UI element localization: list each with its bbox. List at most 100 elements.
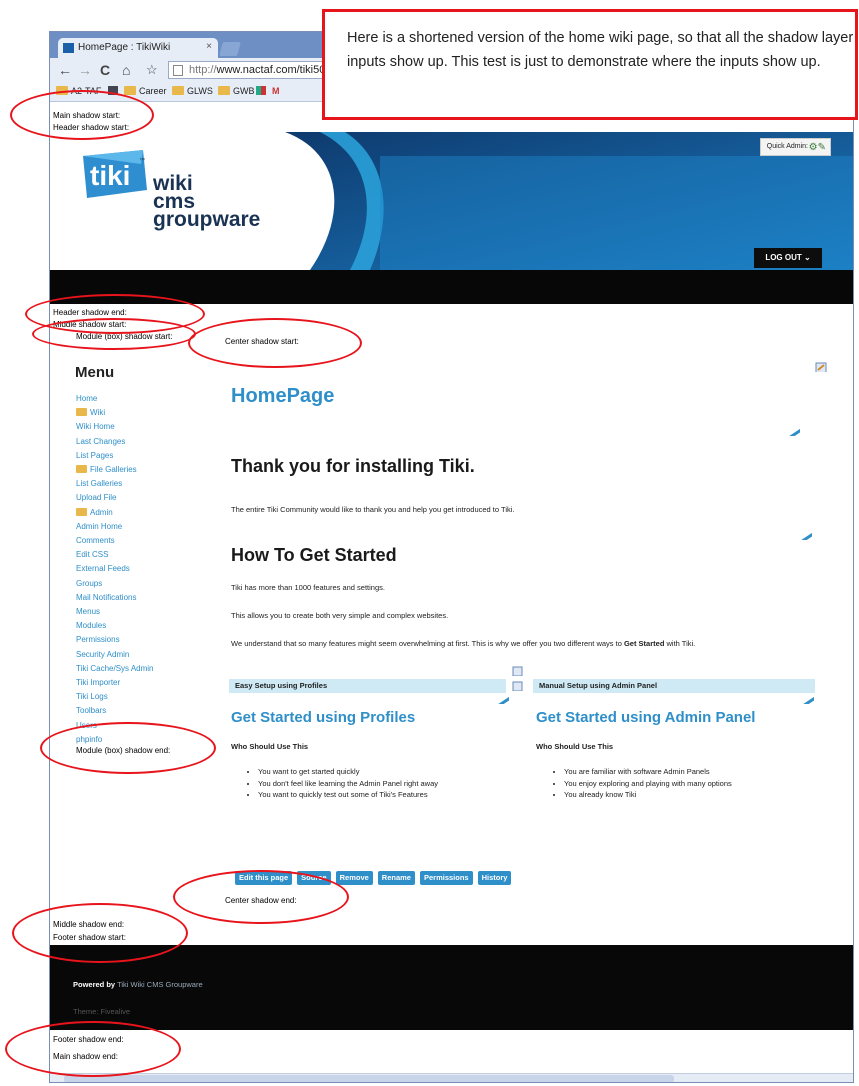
wrench-icon[interactable]: ⚙✎ [809, 142, 826, 153]
permissions-button[interactable]: Permissions [419, 871, 473, 885]
section-edit-icon[interactable] [802, 694, 814, 704]
menu-item[interactable]: Wiki Home [76, 420, 216, 434]
url-scheme: http:// [189, 64, 217, 76]
thanks-heading: Thank you for installing Tiki. [231, 456, 475, 476]
horizontal-scrollbar[interactable] [50, 1073, 853, 1082]
address-bar[interactable]: http://www.nactaf.com/tiki50 [168, 61, 328, 79]
menu-item-folder[interactable]: Wiki [76, 406, 216, 420]
bullet-item: You are familiar with software Admin Pan… [564, 766, 732, 778]
theme-label: Theme: Fivealive [73, 1007, 131, 1016]
home-icon[interactable]: ⌂ [122, 61, 130, 79]
menu-item-label: List Galleries [76, 479, 123, 489]
star-icon[interactable]: ☆ [146, 61, 158, 79]
powered-by-label: Powered by [73, 980, 116, 989]
menu-list: Home Wiki Wiki Home Last Changes List Pa… [76, 392, 216, 747]
menu-item-label: Last Changes [76, 436, 126, 446]
rename-button[interactable]: Rename [377, 871, 415, 885]
menu-item[interactable]: Modules [76, 619, 216, 633]
annotation-callout-text: Here is a shortened version of the home … [347, 30, 854, 70]
small-edit-icon[interactable] [512, 681, 524, 691]
bookmark-item[interactable]: Career [124, 86, 167, 96]
bullet-item: You don't feel like learning the Admin P… [258, 778, 438, 790]
scrollbar-thumb[interactable] [64, 1075, 674, 1082]
thanks-text: The entire Tiki Community would like to … [231, 505, 515, 514]
menu-item-label: Wiki Home [76, 422, 115, 432]
menu-item[interactable]: Edit CSS [76, 548, 216, 562]
bullet-item: You enjoy exploring and playing with man… [564, 778, 732, 790]
admin-panel-bullets: You are familiar with software Admin Pan… [564, 766, 732, 801]
app-icon [256, 86, 266, 95]
section-edit-icon[interactable] [788, 426, 800, 436]
bookmark-item[interactable]: GLWS [172, 86, 213, 96]
browser-tab[interactable]: HomePage : TikiWiki × [58, 38, 218, 58]
menu-item[interactable]: Security Admin [76, 648, 216, 662]
menu-item[interactable]: Tiki Logs [76, 690, 216, 704]
logout-button[interactable]: LOG OUT ⌄ [754, 248, 822, 268]
powered-by-link[interactable]: Tiki Wiki CMS Groupware [117, 980, 203, 989]
menu-item[interactable]: Last Changes [76, 435, 216, 449]
menu-item[interactable]: Comments [76, 534, 216, 548]
menu-item[interactable]: External Feeds [76, 562, 216, 576]
menu-item[interactable]: Tiki Importer [76, 676, 216, 690]
url-host: www.nactaf.com/tiki50 [216, 64, 326, 76]
menu-item-label: Toolbars [76, 706, 107, 716]
menu-item[interactable]: List Pages [76, 449, 216, 463]
menu-item-label: Wiki [90, 408, 106, 418]
howto-p3-c: with Tiki. [664, 639, 696, 648]
menu-item[interactable]: List Galleries [76, 477, 216, 491]
site-header: tiki ™ wiki cms groupware Quick Admin: ⚙… [50, 132, 853, 304]
annotation-ring [5, 1021, 181, 1077]
page-edit-icon[interactable] [815, 362, 827, 372]
menu-item-folder[interactable]: File Galleries [76, 463, 216, 477]
remove-button[interactable]: Remove [335, 871, 373, 885]
menu-item-label: File Galleries [90, 465, 137, 475]
small-edit-icon[interactable] [512, 666, 524, 676]
menu-item-label: Admin Home [76, 521, 123, 531]
forward-arrow-icon[interactable]: → [78, 61, 92, 79]
menu-item[interactable]: Admin Home [76, 520, 216, 534]
reload-icon[interactable]: C [100, 61, 110, 79]
bookmark-label: GLWS [187, 86, 213, 96]
close-icon[interactable]: × [206, 41, 212, 52]
history-button[interactable]: History [477, 871, 512, 885]
bullet-item: You already know Tiki [564, 789, 732, 801]
bookmark-icon-item[interactable] [256, 86, 266, 97]
howto-heading: How To Get Started [231, 545, 397, 565]
new-tab-button[interactable] [219, 42, 241, 56]
howto-p3-bold: Get Started [623, 639, 665, 648]
bullet-item: You want to get started quickly [258, 766, 438, 778]
logo-line: groupware [153, 208, 261, 231]
section-edit-icon[interactable] [800, 530, 812, 540]
quick-admin-label: Quick Admin: [766, 143, 808, 150]
menu-item[interactable]: Home [76, 392, 216, 406]
section-edit-icon[interactable] [497, 694, 509, 704]
annotation-ring [173, 870, 349, 924]
menu-item-folder[interactable]: Admin [76, 506, 216, 520]
menu-item[interactable]: Groups [76, 577, 216, 591]
annotation-ring [12, 903, 188, 963]
page-icon [173, 65, 183, 76]
logo-tm: ™ [139, 157, 145, 164]
back-arrow-icon[interactable]: ← [58, 61, 72, 79]
menu-item[interactable]: Mail Notifications [76, 591, 216, 605]
bookmark-item[interactable]: GWB [218, 86, 255, 96]
page-title: HomePage [231, 385, 335, 407]
quick-admin[interactable]: Quick Admin: ⚙✎ [759, 138, 831, 156]
howto-p1: Tiki has more than 1000 features and set… [231, 583, 385, 592]
menu-item[interactable]: Tiki Cache/Sys Admin [76, 662, 216, 676]
profiles-who: Who Should Use This [231, 742, 309, 751]
bookmark-item[interactable]: M [272, 86, 280, 96]
profiles-heading: Get Started using Profiles [231, 709, 416, 726]
menu-item-label: Home [76, 394, 98, 403]
menu-item[interactable]: Permissions [76, 633, 216, 647]
menu-item-label: External Feeds [76, 564, 130, 574]
easy-setup-bar: Easy Setup using Profiles [229, 679, 506, 693]
menu-item[interactable]: Upload File [76, 491, 216, 505]
menu-item[interactable]: Menus [76, 605, 216, 619]
logo-mark-text: tiki [90, 160, 130, 191]
annotation-callout: Here is a shortened version of the home … [322, 9, 858, 120]
profiles-bullets: You want to get started quickly You don'… [258, 766, 438, 801]
folder-icon [218, 86, 230, 95]
manual-setup-bar: Manual Setup using Admin Panel [533, 679, 815, 693]
menu-item[interactable]: Toolbars [76, 704, 216, 718]
